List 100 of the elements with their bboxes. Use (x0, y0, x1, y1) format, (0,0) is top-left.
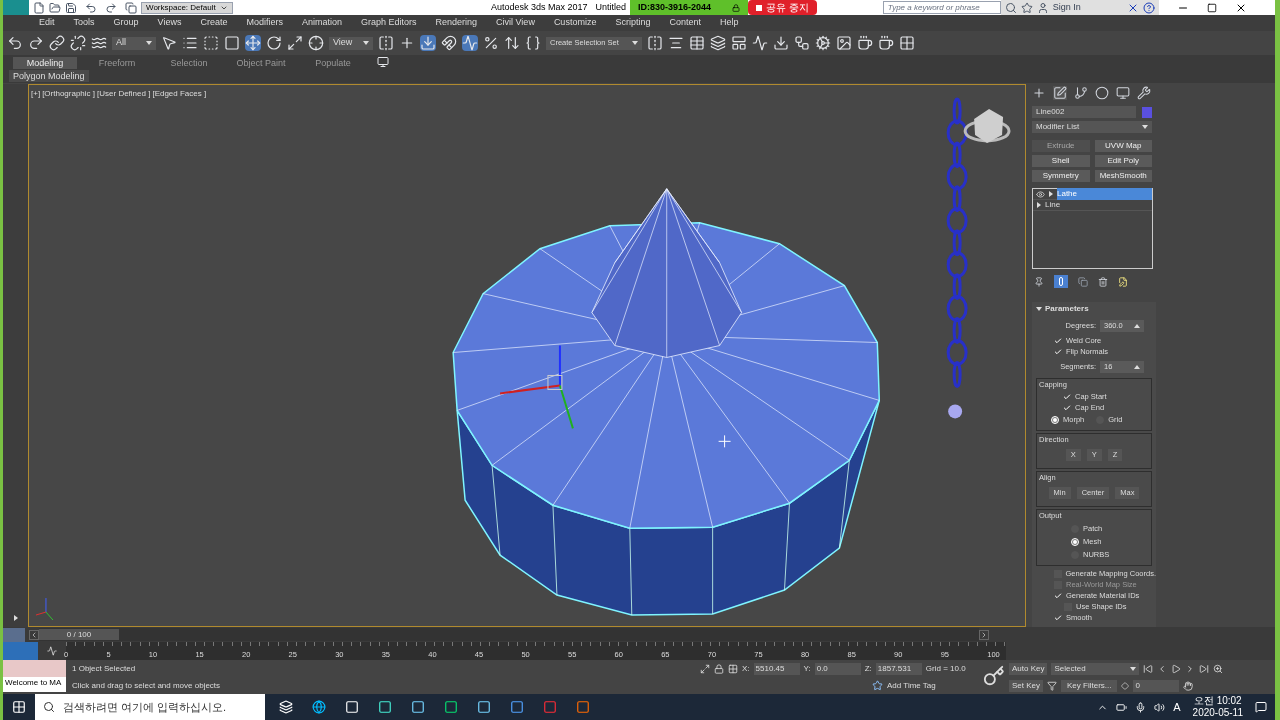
play-icon[interactable] (1171, 663, 1182, 674)
track-bar-toggle[interactable] (3, 642, 38, 660)
percent-snap-icon[interactable] (483, 35, 499, 51)
maxscript-field[interactable]: Welcome to MA (3, 677, 66, 692)
start-icon[interactable] (12, 700, 26, 714)
taskbar-search-field[interactable]: 검색하려면 여기에 입력하십시오. (35, 694, 265, 720)
spinner-arrow-icon[interactable] (1134, 363, 1140, 370)
microphone-icon[interactable] (1135, 701, 1147, 713)
task-view-icon[interactable] (279, 700, 293, 714)
mirror-icon[interactable] (647, 35, 663, 51)
move-gizmo-icon[interactable] (499, 344, 574, 430)
render-setup-icon[interactable] (836, 35, 852, 51)
menu-item[interactable]: Scripting (615, 16, 651, 30)
checkbox[interactable] (1054, 613, 1062, 622)
spinner-arrow-icon[interactable] (1134, 322, 1140, 329)
coordinate-field[interactable]: 1857.531 (875, 662, 922, 675)
object-name-field[interactable]: Line002 (1032, 106, 1136, 118)
ribbon-tab[interactable]: Populate (301, 57, 365, 69)
ribbon-options-icon[interactable] (377, 56, 389, 68)
input-method-indicator[interactable]: A (1173, 698, 1181, 716)
dope-sheet-icon[interactable] (773, 35, 789, 51)
set-key-icon[interactable] (983, 665, 1005, 687)
checkbox[interactable] (1054, 347, 1062, 356)
menu-item[interactable]: Group (113, 16, 139, 30)
eye-icon[interactable] (1036, 189, 1045, 199)
remove-modifier-icon[interactable] (1098, 276, 1108, 287)
battery-icon[interactable] (1116, 701, 1128, 713)
viewport-label[interactable]: [User Defined ] (97, 88, 151, 100)
object-color-swatch[interactable] (1142, 106, 1152, 118)
dropdown-arrow-icon[interactable] (363, 40, 369, 46)
selection-filter-dropdown[interactable]: All (112, 36, 156, 50)
material-editor-icon[interactable] (815, 35, 831, 51)
zoom-icon[interactable] (1213, 663, 1224, 674)
menu-item[interactable]: Tools (73, 16, 95, 30)
menu-item[interactable]: Views (157, 16, 182, 30)
auto-key-button[interactable]: Auto Key (1009, 662, 1048, 675)
ribbon-tab[interactable]: Object Paint (229, 57, 293, 69)
snap-icon[interactable] (441, 35, 457, 51)
menu-item[interactable]: Help (719, 16, 739, 30)
redo-icon[interactable] (28, 35, 44, 51)
browser-icon[interactable] (312, 700, 326, 714)
dropdown-arrow-icon[interactable] (632, 40, 638, 46)
menu-item[interactable]: Edit (39, 16, 55, 30)
curve-editor-icon[interactable] (752, 35, 768, 51)
time-slider-track[interactable]: 0 / 100 (39, 628, 979, 641)
pin-stack-icon[interactable] (1034, 276, 1044, 287)
make-unique-icon[interactable] (1078, 276, 1088, 287)
go-to-end-icon[interactable] (1199, 663, 1210, 674)
filter-icon[interactable] (1047, 680, 1057, 691)
hierarchy-tab-icon[interactable] (1074, 86, 1088, 100)
search-icon[interactable] (1004, 1, 1017, 14)
clock-time[interactable]: 오전 10:02 (1193, 695, 1242, 707)
pivot-icon[interactable] (378, 35, 394, 51)
layer-icon[interactable] (710, 35, 726, 51)
motion-tab-icon[interactable] (1095, 86, 1109, 100)
pan-icon[interactable] (1183, 680, 1194, 691)
coordinate-field[interactable]: 0.0 (814, 662, 861, 675)
link-icon[interactable] (49, 35, 65, 51)
curve-editor-icon[interactable] (47, 646, 57, 656)
create-tab-icon[interactable] (1032, 86, 1046, 100)
ribbon-panel-button[interactable]: Polygon Modeling (9, 70, 89, 82)
ribbon-tab[interactable]: Selection (157, 57, 221, 69)
undo-icon[interactable] (7, 35, 23, 51)
viewport-label[interactable]: [Edged Faces ] (152, 88, 207, 100)
previous-frame-icon[interactable] (29, 629, 39, 640)
modifier-list-dropdown[interactable]: Modifier List (1032, 121, 1152, 133)
ribbon-icon[interactable] (731, 35, 747, 51)
viewport-layout-thumbnail[interactable] (3, 627, 25, 642)
selection-lock-icon[interactable] (714, 663, 724, 674)
window-crossing-icon[interactable] (224, 35, 240, 51)
dropdown-arrow-icon[interactable] (1130, 665, 1137, 672)
save-icon[interactable] (65, 1, 77, 14)
new-file-icon[interactable] (33, 1, 45, 14)
favorites-icon[interactable] (1020, 1, 1033, 14)
open-file-icon[interactable] (49, 1, 61, 14)
menu-item[interactable]: Content (669, 16, 701, 30)
redo-icon[interactable] (105, 1, 117, 14)
rectangle-select-icon[interactable] (203, 35, 219, 51)
volume-icon[interactable] (1154, 701, 1166, 713)
set-key-button[interactable]: Set Key (1009, 679, 1043, 692)
bind-icon[interactable] (91, 35, 107, 51)
key-mode-dropdown[interactable]: Selected (1051, 662, 1140, 675)
checkbox[interactable] (1063, 403, 1071, 412)
align-icon[interactable] (668, 35, 684, 51)
render-frame-icon[interactable] (857, 35, 873, 51)
select-by-name-icon[interactable] (182, 35, 198, 51)
project-icon[interactable] (125, 1, 137, 14)
modifier-button[interactable]: Edit Poly (1094, 155, 1152, 167)
checkbox[interactable] (1054, 336, 1062, 345)
current-frame-field[interactable]: 0 (1133, 679, 1180, 692)
move-icon[interactable] (245, 35, 261, 51)
reference-coordinate-dropdown[interactable]: View (329, 36, 373, 50)
unlink-icon[interactable] (70, 35, 86, 51)
rotate-icon[interactable] (266, 35, 282, 51)
menu-item[interactable]: Rendering (435, 16, 478, 30)
checkbox[interactable] (1054, 591, 1062, 600)
user-icon[interactable] (1036, 1, 1049, 14)
add-time-tag-link[interactable]: Add Time Tag (887, 679, 936, 692)
scale-icon[interactable] (287, 35, 303, 51)
viewport-label[interactable]: [+] (31, 88, 41, 100)
